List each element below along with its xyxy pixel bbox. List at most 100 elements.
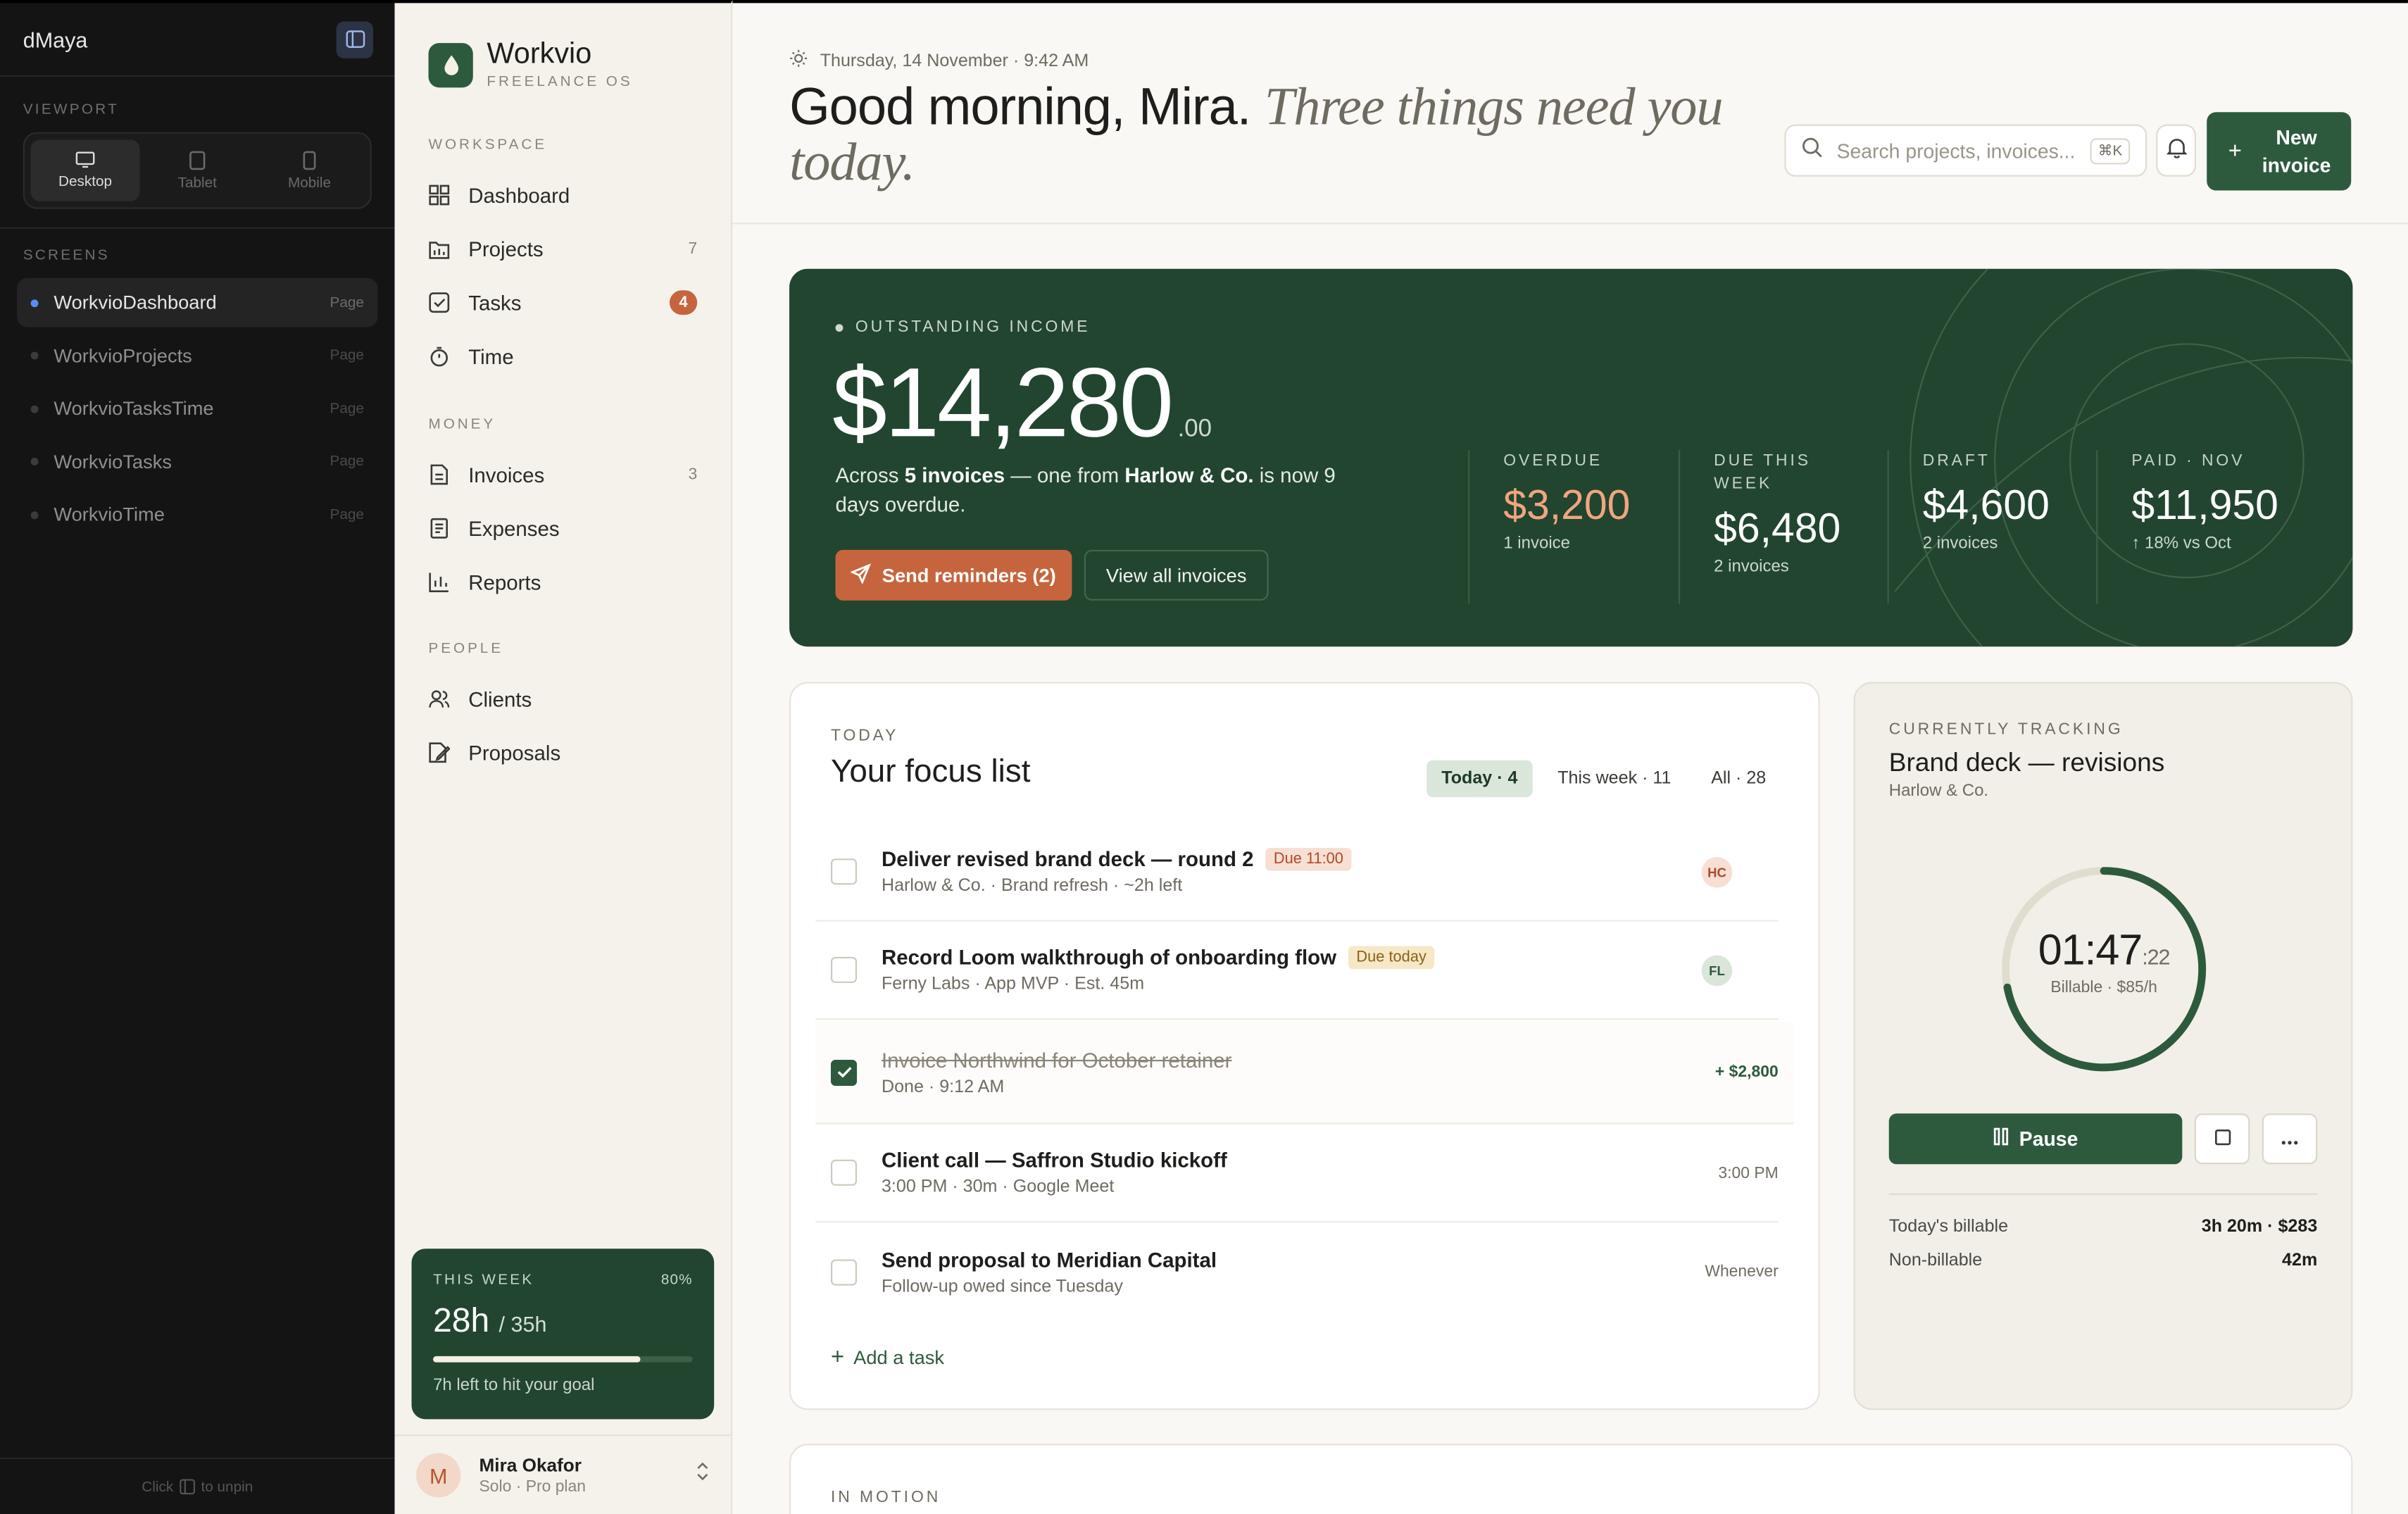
desc-text: Across — [835, 463, 905, 487]
nav-count: 3 — [688, 465, 698, 484]
app-sidebar: Workvio FREELANCE OS WORKSPACE Dashboard… — [394, 0, 733, 1514]
pause-button[interactable]: Pause — [1888, 1113, 2183, 1165]
task-checkbox[interactable] — [830, 956, 858, 983]
task-row[interactable]: Send proposal to Meridian Capital Follow… — [815, 1222, 1779, 1321]
screen-tag: Page — [330, 506, 364, 523]
week-hours: 28h — [433, 1301, 490, 1339]
desc-client: Harlow & Co. — [1124, 463, 1254, 487]
send-reminders-button[interactable]: Send reminders (2) — [835, 549, 1072, 601]
tracking-title: Brand deck — revisions — [1888, 748, 2165, 777]
tab-today[interactable]: Today · 4 — [1426, 760, 1534, 797]
task-title: Record Loom walkthrough of onboarding fl… — [881, 946, 1337, 970]
pause-icon — [1993, 1127, 2009, 1151]
dashboard-icon — [429, 184, 451, 206]
nav-item-dashboard[interactable]: Dashboard — [416, 172, 710, 218]
focus-label: TODAY — [830, 726, 899, 745]
new-invoice-button[interactable]: + New invoice — [2207, 112, 2352, 191]
screen-item-workvioprojects[interactable]: WorkvioProjects Page — [17, 331, 378, 380]
status-dot — [30, 511, 39, 519]
avatar: M — [416, 1453, 461, 1498]
viewport-desktop-label: Desktop — [58, 173, 113, 191]
stat-sub: ↑ 18% vs Oct — [2131, 534, 2231, 553]
task-row[interactable]: Client call — Saffron Studio kickoff 3:0… — [815, 1125, 1779, 1223]
task-title: Invoice Northwind for October retainer — [881, 1048, 1232, 1072]
nav-item-expenses[interactable]: Expenses — [416, 506, 710, 551]
nav-item-reports[interactable]: Reports — [416, 559, 710, 605]
due-chip: Due 11:00 — [1265, 847, 1351, 871]
stat-sub: 1 invoice — [1503, 534, 1571, 553]
user-menu[interactable]: M Mira Okafor Solo · Pro plan — [394, 1434, 732, 1514]
nav-item-clients[interactable]: Clients — [416, 676, 710, 722]
proposal-icon — [429, 742, 451, 763]
tab-this-week[interactable]: This week · 11 — [1542, 761, 1686, 797]
status-dot — [30, 404, 39, 413]
desktop-icon — [75, 151, 95, 168]
date-text: Thursday, 14 November · 9:42 AM — [820, 51, 1089, 70]
send-reminders-label: Send reminders (2) — [882, 564, 1056, 587]
search-placeholder: Search projects, invoices... — [1836, 139, 2076, 163]
footer-click-text: Click — [142, 1478, 174, 1496]
plus-icon: + — [2228, 138, 2242, 165]
stat-sub: 2 invoices — [1922, 534, 1998, 553]
nav-label: Dashboard — [468, 183, 570, 207]
tracking-client: Harlow & Co. — [1888, 782, 1989, 801]
tab-all[interactable]: All · 28 — [1695, 761, 1781, 797]
view-all-invoices-button[interactable]: View all invoices — [1084, 549, 1269, 601]
stat-paid-nov[interactable]: PAID · NOV $11,950 ↑ 18% vs Oct — [2096, 450, 2305, 604]
task-row-done[interactable]: Invoice Northwind for October retainer D… — [815, 1021, 1794, 1125]
group-label-people: PEOPLE — [428, 640, 504, 658]
non-billable-row: Non-billable 42m — [1889, 1252, 2318, 1270]
income-cents: .00 — [1177, 416, 1212, 443]
stat-draft[interactable]: DRAFT $4,600 2 invoices — [1887, 450, 2097, 604]
viewport-switcher: Desktop Tablet Mobile — [23, 132, 372, 209]
week-label: THIS WEEK — [433, 1271, 534, 1289]
week-footnote: 7h left to hit your goal — [433, 1376, 595, 1395]
task-row[interactable]: Deliver revised brand deck — round 2 Due … — [815, 823, 1779, 922]
nav-item-projects[interactable]: Projects 7 — [416, 226, 710, 272]
stop-button[interactable] — [2194, 1113, 2250, 1165]
screen-item-workviotime[interactable]: WorkvioTime Page — [17, 490, 378, 539]
nav-item-tasks[interactable]: Tasks 4 — [416, 280, 710, 325]
notifications-button[interactable] — [2156, 124, 2196, 177]
task-checkbox[interactable] — [830, 1159, 858, 1186]
plus-icon: + — [830, 1344, 845, 1370]
stat-overdue[interactable]: OVERDUE $3,200 1 invoice — [1468, 450, 1677, 604]
screen-name: WorkvioTasks — [54, 451, 173, 473]
task-checkbox-checked[interactable] — [830, 1058, 858, 1085]
stopwatch-icon — [429, 346, 451, 368]
screen-item-workviotasks[interactable]: WorkvioTasks Page — [17, 437, 378, 487]
nav-item-proposals[interactable]: Proposals — [416, 730, 710, 775]
send-icon — [850, 562, 872, 587]
new-invoice-label: New invoice — [2262, 125, 2331, 176]
add-task-button[interactable]: + Add a task — [831, 1344, 944, 1370]
task-row[interactable]: Record Loom walkthrough of onboarding fl… — [815, 922, 1779, 1020]
nav-item-time[interactable]: Time — [416, 333, 710, 379]
dev-panel: dMaya VIEWPORT Desktop Tablet Mobile SCR… — [0, 0, 395, 1514]
screen-item-workviotaskstime[interactable]: WorkvioTasksTime Page — [17, 384, 378, 433]
nav-count: 7 — [688, 239, 698, 258]
task-title: Send proposal to Meridian Capital — [881, 1248, 1217, 1271]
dev-panel-footer: Click to unpin — [0, 1457, 395, 1514]
screen-item-workviodashboard[interactable]: WorkvioDashboard Page — [16, 277, 378, 327]
stat-label: DUE THIS WEEK — [1714, 451, 1811, 494]
nav-item-invoices[interactable]: Invoices 3 — [416, 451, 710, 497]
nav-label: Proposals — [468, 741, 561, 765]
task-checkbox[interactable] — [830, 858, 858, 885]
search-input[interactable]: Search projects, invoices... ⌘K — [1784, 124, 2147, 177]
stat-due-this-week[interactable]: DUE THIS WEEK $6,480 2 invoices — [1678, 450, 1888, 604]
income-amount: $14,280 — [832, 346, 1174, 458]
task-amount: + $2,800 — [1714, 1063, 1779, 1082]
task-checkbox[interactable] — [830, 1258, 858, 1285]
timer-seconds: :22 — [2142, 944, 2170, 970]
viewport-tablet-button[interactable]: Tablet — [143, 139, 252, 201]
stop-icon — [2214, 1125, 2231, 1153]
assignee-avatar: FL — [1701, 954, 1733, 986]
more-options-button[interactable] — [2262, 1113, 2318, 1165]
weekly-goal-card[interactable]: THIS WEEK 80% 28h / 35h 7h left to hit y… — [411, 1249, 715, 1420]
tablet-icon — [189, 150, 206, 170]
viewport-desktop-button[interactable]: Desktop — [30, 139, 140, 201]
viewport-mobile-button[interactable]: Mobile — [255, 139, 364, 201]
brand[interactable]: Workvio FREELANCE OS — [395, 3, 732, 91]
task-time: 3:00 PM — [1718, 1163, 1779, 1182]
sidebar-toggle-icon[interactable] — [336, 20, 374, 58]
